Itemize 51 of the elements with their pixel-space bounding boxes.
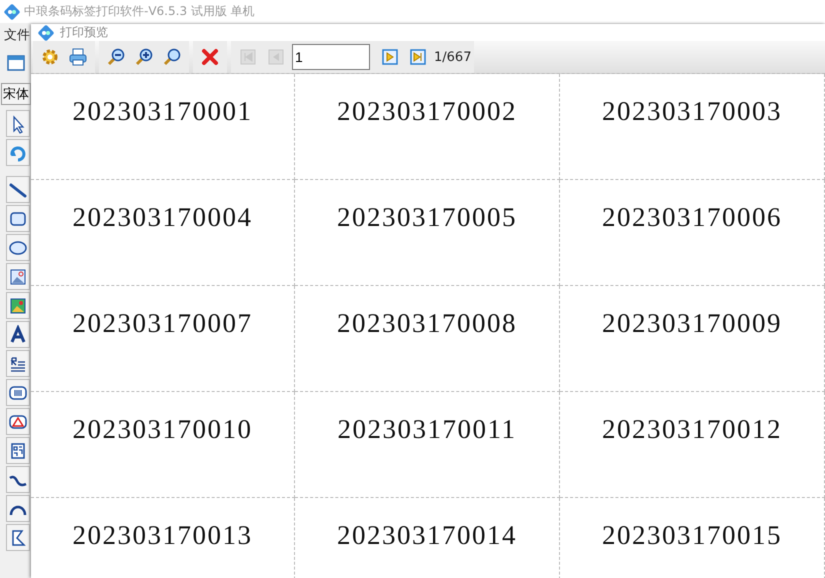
shape-tool-button[interactable] <box>6 408 30 435</box>
label-text: 202303170015 <box>602 520 782 551</box>
label-text: 202303170012 <box>602 414 782 445</box>
label-text: 202303170013 <box>72 520 252 551</box>
label-text: 202303170007 <box>72 308 252 339</box>
app-logo-icon <box>4 4 20 20</box>
label-text: 202303170002 <box>337 96 517 127</box>
next-page-icon <box>381 48 399 66</box>
picture-icon <box>8 266 28 286</box>
rotate-tool-button[interactable] <box>6 139 30 166</box>
label-text: 202303170005 <box>337 202 517 233</box>
label-text: 202303170008 <box>337 308 517 339</box>
font-field[interactable]: 宋体 <box>1 83 31 105</box>
image-icon <box>8 296 28 316</box>
polygon-tool-button[interactable] <box>6 524 30 551</box>
zoom-icon <box>162 47 182 67</box>
pointer-tool-button[interactable] <box>6 110 30 137</box>
rich-text-tool-button[interactable] <box>6 350 30 377</box>
first-page-icon <box>239 48 257 66</box>
text-tool-button[interactable] <box>6 321 30 348</box>
last-page-icon <box>409 48 427 66</box>
print-icon <box>68 47 88 67</box>
settings-icon <box>40 47 60 67</box>
page-number-field[interactable]: 1 <box>292 44 370 70</box>
rectangle-tool-button[interactable] <box>6 205 30 232</box>
arc-tool-button[interactable] <box>6 495 30 522</box>
curve-tool-button[interactable] <box>6 466 30 493</box>
zoom-in-icon <box>134 47 154 67</box>
preview-title: 打印预览 <box>60 24 108 41</box>
qr-code-tool-button[interactable] <box>6 437 30 464</box>
menu-item[interactable]: 文件 <box>0 23 31 47</box>
zoom-out-icon <box>106 47 126 67</box>
window-icon <box>7 55 25 71</box>
label-text: 202303170009 <box>602 308 782 339</box>
close-icon <box>200 47 220 67</box>
image-tool-button[interactable] <box>6 292 30 319</box>
label-text: 202303170006 <box>602 202 782 233</box>
page-count: 1/667 <box>434 50 472 64</box>
window-title: 中琅条码标签打印软件-V6.5.3 试用版 单机 <box>24 3 255 20</box>
label-text: 202303170010 <box>72 414 252 445</box>
text-icon <box>8 324 28 344</box>
picture-tool-button[interactable] <box>6 263 30 290</box>
label-text: 202303170001 <box>72 96 252 127</box>
line-tool-button[interactable] <box>6 176 30 203</box>
label-text: 202303170004 <box>72 202 252 233</box>
previous-page-icon <box>267 48 285 66</box>
label-text: 202303170011 <box>338 414 516 445</box>
label-text: 202303170014 <box>337 520 517 551</box>
barcode-tool-button[interactable] <box>6 379 30 406</box>
ellipse-tool-button[interactable] <box>6 234 30 261</box>
label-text: 202303170003 <box>602 96 782 127</box>
